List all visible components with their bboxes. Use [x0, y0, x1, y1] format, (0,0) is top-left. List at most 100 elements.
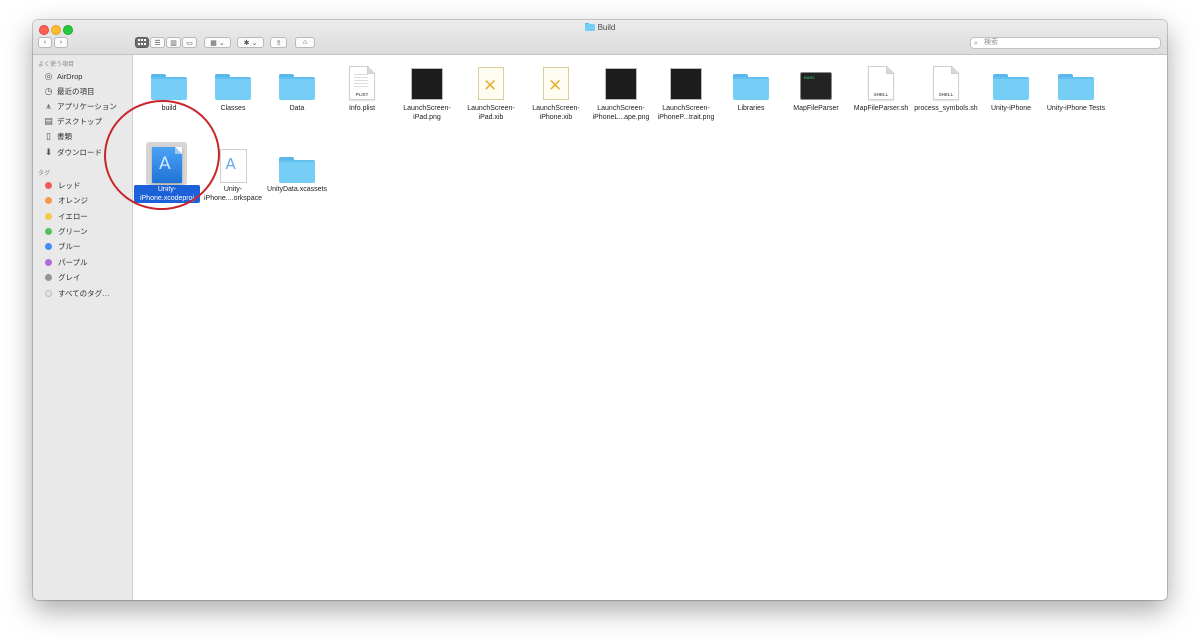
- desktop-icon: ▤: [44, 116, 53, 126]
- folder-icon: [279, 157, 315, 183]
- file-item[interactable]: Libraries: [718, 60, 784, 113]
- back-button[interactable]: ‹: [38, 37, 52, 48]
- file-item[interactable]: ✕ LaunchScreen-iPhone.xib: [523, 60, 589, 122]
- tag-dot: [45, 259, 52, 266]
- folder-icon: [993, 74, 1029, 100]
- action-button[interactable]: ✱ ⌄: [237, 37, 264, 48]
- file-badge: exec: [804, 76, 815, 81]
- tag-dot: [45, 213, 52, 220]
- icon-view-icon: [138, 38, 146, 47]
- file-name: LaunchScreen-iPad.png: [403, 105, 451, 121]
- file-item[interactable]: PLIST Info.plist: [329, 60, 395, 113]
- file-name: LaunchScreen-iPhoneL...ape.png: [592, 105, 650, 121]
- file-item[interactable]: ✕ LaunchScreen-iPad.xib: [458, 60, 524, 122]
- sidebar-item-airdrop[interactable]: ◎ AirDrop: [43, 70, 83, 83]
- sidebar-item-label: ダウンロード: [57, 148, 102, 157]
- image-file-icon: [670, 68, 702, 100]
- terminal-exec-icon: exec: [800, 72, 832, 100]
- group-by-button[interactable]: ▦ ⌄: [204, 37, 231, 48]
- list-view-button[interactable]: ☰: [150, 37, 165, 48]
- sidebar-item-recents[interactable]: ◷ 最近の項目: [43, 85, 95, 98]
- image-file-icon: [411, 68, 443, 100]
- file-item[interactable]: SHELL process_symbols.sh: [913, 60, 979, 113]
- window-title: Build: [33, 23, 1167, 33]
- folder-icon: [1058, 74, 1094, 100]
- share-button[interactable]: ⇪: [270, 37, 287, 48]
- sidebar-tags-header: タグ: [38, 171, 51, 177]
- sidebar-item-label: 最近の項目: [57, 87, 95, 96]
- sidebar-tag-label: イエロー: [58, 212, 88, 221]
- file-badge: SHELL: [938, 92, 954, 97]
- file-name: MapFileParser: [793, 105, 839, 112]
- file-name: UnityData.xcassets: [267, 186, 327, 193]
- file-item[interactable]: exec MapFileParser: [783, 60, 849, 113]
- file-name: LaunchScreen-iPhoneP...trait.png: [657, 105, 715, 121]
- folder-icon: [279, 74, 315, 100]
- file-item[interactable]: LaunchScreen-iPad.png: [394, 60, 460, 122]
- sidebar-tag-label: レッド: [58, 181, 81, 190]
- file-name: Unity-iPhone Tests: [1046, 105, 1106, 112]
- sidebar-item-documents[interactable]: ▯ 書類: [43, 130, 72, 143]
- search-field[interactable]: ⌕ 検索: [970, 37, 1161, 49]
- file-item[interactable]: Classes: [200, 60, 266, 113]
- tag-dot: [45, 197, 52, 204]
- tag-dot: [45, 290, 52, 297]
- shell-script-icon: SHELL: [868, 66, 894, 100]
- icon-view-button[interactable]: [135, 37, 149, 48]
- sidebar-tag-label: ブルー: [58, 242, 81, 251]
- file-badge: PLIST: [355, 92, 369, 97]
- folder-icon: [215, 74, 251, 100]
- sidebar-item-desktop[interactable]: ▤ デスクトップ: [43, 115, 102, 128]
- list-view-icon: ☰: [154, 39, 161, 47]
- edit-tags-button[interactable]: ⌂: [295, 37, 315, 48]
- sidebar-tag-label: グレイ: [58, 273, 81, 282]
- sidebar-tag-green[interactable]: グリーン: [43, 225, 88, 238]
- forward-button[interactable]: ›: [54, 37, 68, 48]
- shell-script-icon: SHELL: [933, 66, 959, 100]
- sidebar-item-label: 書類: [57, 132, 72, 141]
- sidebar-tag-label: グリーン: [58, 227, 88, 236]
- tag-dot: [45, 274, 52, 281]
- recents-icon: ◷: [44, 86, 53, 96]
- file-item[interactable]: LaunchScreen-iPhoneP...trait.png: [653, 60, 719, 122]
- file-item[interactable]: SHELL MapFileParser.sh: [848, 60, 914, 113]
- plist-file-icon: PLIST: [349, 66, 375, 100]
- sidebar-item-label: デスクトップ: [57, 117, 102, 126]
- file-item[interactable]: LaunchScreen-iPhoneL...ape.png: [588, 60, 654, 122]
- sidebar-tag-purple[interactable]: パープル: [43, 256, 88, 269]
- file-name: LaunchScreen-iPhone.xib: [532, 105, 580, 121]
- sidebar-item-downloads[interactable]: ⬇ ダウンロード: [43, 146, 102, 159]
- sidebar-item-label: アプリケーション: [57, 102, 117, 111]
- file-item[interactable]: Unity-iPhone Tests: [1043, 60, 1109, 113]
- sidebar-tag-label: パープル: [58, 258, 88, 267]
- documents-icon: ▯: [46, 131, 51, 141]
- column-view-icon: ▥: [170, 39, 177, 47]
- sidebar-tag-orange[interactable]: オレンジ: [43, 194, 88, 207]
- gallery-view-icon: ▭: [186, 39, 193, 47]
- sidebar-favorites-header: よく使う項目: [38, 62, 75, 68]
- file-grid: build Classes Data PLIST Info.plist Laun…: [133, 55, 1167, 600]
- sidebar-tag-gray[interactable]: グレイ: [43, 271, 81, 284]
- tag-dot: [45, 228, 52, 235]
- image-file-icon: [605, 68, 637, 100]
- finder-window: Build ‹ › ☰ ▥ ▭ ▦ ⌄ ✱ ⌄ ⇪ ⌂ ⌕ 検索 よく使う項目 …: [33, 20, 1167, 600]
- sidebar-tag-yellow[interactable]: イエロー: [43, 210, 88, 223]
- file-name: Unity-iPhone: [990, 105, 1032, 112]
- sidebar-tag-blue[interactable]: ブルー: [43, 240, 81, 253]
- gallery-view-button[interactable]: ▭: [182, 37, 197, 48]
- file-item[interactable]: Unity-iPhone: [978, 60, 1044, 113]
- chevron-right-icon: ›: [59, 39, 63, 46]
- column-view-button[interactable]: ▥: [166, 37, 181, 48]
- sidebar-item-label: AirDrop: [57, 72, 83, 81]
- file-item[interactable]: Data: [264, 60, 330, 113]
- sidebar-tag-label: すべてのタグ…: [58, 289, 110, 298]
- file-name: Unity-iPhone....orkspace: [204, 186, 262, 202]
- sidebar-tag-red[interactable]: レッド: [43, 179, 81, 192]
- gear-icon: ✱ ⌄: [243, 39, 258, 47]
- file-item[interactable]: UnityData.xcassets: [264, 137, 330, 194]
- sidebar-tag-label: オレンジ: [58, 196, 88, 205]
- sidebar-item-applications[interactable]: ⩚ アプリケーション: [43, 100, 117, 113]
- sidebar-all-tags[interactable]: すべてのタグ…: [43, 287, 110, 300]
- file-name: process_symbols.sh: [914, 105, 978, 112]
- share-icon: ⇪: [275, 39, 282, 47]
